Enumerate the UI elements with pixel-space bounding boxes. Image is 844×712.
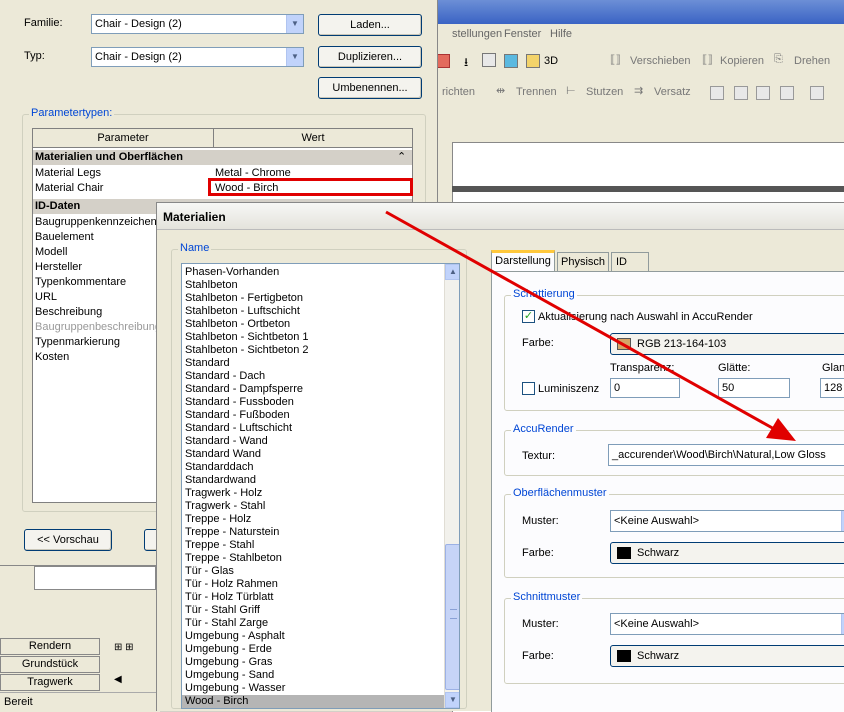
annotation-arrow (385, 210, 796, 441)
